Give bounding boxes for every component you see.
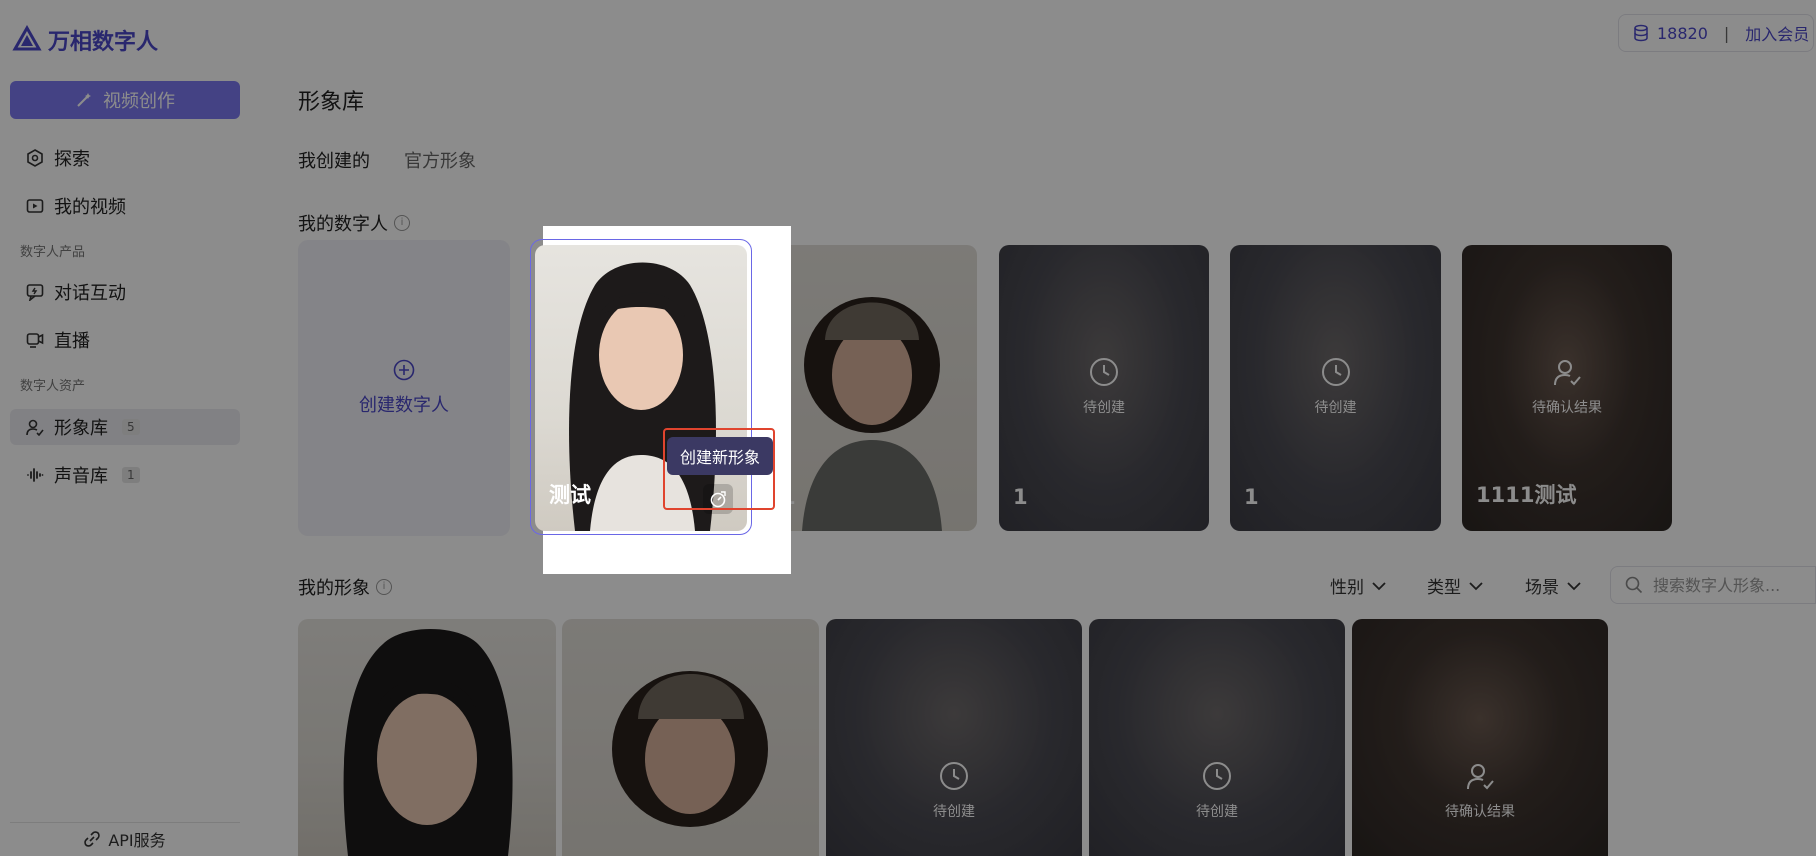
membership-bar: 18820 | 加入会员 bbox=[1618, 14, 1814, 52]
digital-human-card[interactable]: 待创建 1 bbox=[1230, 245, 1441, 531]
chevron-down-icon bbox=[1567, 581, 1581, 590]
info-icon[interactable]: i bbox=[394, 215, 410, 231]
status-label: 待确认结果 bbox=[1532, 400, 1602, 416]
magic-wand-icon bbox=[77, 93, 91, 107]
sidebar-item-my-videos[interactable]: 我的视频 bbox=[10, 188, 240, 224]
audio-wave-icon bbox=[27, 468, 44, 482]
highlight-box bbox=[663, 428, 775, 510]
filter-label: 性别 bbox=[1330, 578, 1364, 598]
chat-icon bbox=[26, 284, 44, 301]
sidebar-item-label: 直播 bbox=[54, 331, 90, 352]
card-name: 1 bbox=[1013, 485, 1028, 509]
count-badge: 1 bbox=[122, 467, 140, 483]
filter-label: 场景 bbox=[1525, 578, 1559, 598]
coin-stack-icon bbox=[1634, 24, 1648, 42]
create-digital-human-card[interactable]: 创建数字人 bbox=[298, 240, 510, 536]
filter-scene[interactable]: 场景 bbox=[1525, 573, 1581, 598]
plus-circle-icon bbox=[393, 359, 415, 381]
chevron-down-icon bbox=[1372, 581, 1386, 590]
info-icon[interactable]: i bbox=[376, 579, 392, 595]
sidebar-item-label: 我的视频 bbox=[54, 197, 126, 218]
chevron-down-icon bbox=[1469, 581, 1483, 590]
credits-value: 18820 bbox=[1657, 23, 1708, 43]
image-card[interactable]: 待确认结果 bbox=[1352, 619, 1608, 856]
live-icon bbox=[26, 333, 44, 348]
sidebar-item-label: 声音库 bbox=[54, 466, 108, 487]
logo[interactable]: 万相数字人 bbox=[12, 24, 158, 56]
status-awaiting: 待确认结果 bbox=[1352, 761, 1608, 821]
status-label: 待创建 bbox=[1196, 804, 1238, 820]
filter-gender[interactable]: 性别 bbox=[1330, 573, 1386, 598]
clock-icon bbox=[940, 762, 968, 790]
filter-type[interactable]: 类型 bbox=[1427, 573, 1483, 598]
status-pending: 待创建 bbox=[1230, 357, 1441, 417]
digital-human-card[interactable]: 待创建 1 bbox=[999, 245, 1209, 531]
link-icon bbox=[84, 831, 101, 847]
create-digital-human-label: 创建数字人 bbox=[359, 395, 449, 416]
api-service-label: API服务 bbox=[108, 831, 166, 850]
image-card[interactable]: 待创建 bbox=[1089, 619, 1345, 856]
video-icon bbox=[26, 199, 44, 213]
brand-name: 万相数字人 bbox=[48, 30, 159, 55]
section-assets-heading: 数字人资产 bbox=[20, 379, 86, 394]
divider: | bbox=[1723, 23, 1730, 43]
join-member-link[interactable]: 加入会员 bbox=[1745, 21, 1809, 45]
sidebar-item-label: 形象库 bbox=[54, 418, 108, 439]
sidebar-item-chat[interactable]: 对话互动 bbox=[10, 274, 240, 310]
avatar-library-icon bbox=[26, 419, 44, 436]
clock-icon bbox=[1203, 762, 1231, 790]
portrait-image bbox=[343, 629, 513, 856]
page-title: 形象库 bbox=[298, 90, 365, 115]
sidebar-item-voice-library[interactable]: 声音库 1 bbox=[10, 457, 240, 493]
create-video-label: 视频创作 bbox=[103, 91, 175, 112]
status-pending: 待创建 bbox=[999, 357, 1209, 417]
section-title-text: 我的形象 bbox=[298, 578, 370, 599]
status-pending: 待创建 bbox=[826, 761, 1082, 821]
status-pending: 待创建 bbox=[1089, 761, 1345, 821]
sidebar: 万相数字人 视频创作 探索 我的视频 数字人产品 对话互动 直播 数字人资产 形… bbox=[0, 0, 256, 856]
clock-icon bbox=[1321, 358, 1350, 386]
create-video-button[interactable]: 视频创作 bbox=[10, 81, 240, 119]
filter-label: 类型 bbox=[1427, 578, 1461, 598]
section-title-text: 我的数字人 bbox=[298, 214, 388, 235]
card-name: 1111测试 bbox=[1476, 483, 1577, 507]
sidebar-item-label: 对话互动 bbox=[54, 283, 126, 304]
card-name: 1 bbox=[1244, 485, 1259, 509]
status-label: 待创建 bbox=[1314, 400, 1357, 416]
search-icon bbox=[1625, 576, 1643, 594]
status-label: 待确认结果 bbox=[1445, 804, 1515, 820]
status-awaiting: 待确认结果 bbox=[1462, 357, 1672, 417]
image-card[interactable]: 待创建 bbox=[826, 619, 1082, 856]
api-service-button[interactable]: API服务 bbox=[10, 822, 240, 855]
image-card[interactable] bbox=[298, 619, 556, 856]
user-check-icon bbox=[1467, 764, 1494, 790]
status-label: 待创建 bbox=[1083, 400, 1125, 416]
status-label: 待创建 bbox=[933, 804, 975, 820]
explore-icon bbox=[27, 149, 43, 167]
sidebar-item-explore[interactable]: 探索 bbox=[10, 140, 240, 176]
count-badge: 5 bbox=[122, 419, 140, 435]
my-digital-humans-heading: 我的数字人 i bbox=[298, 210, 410, 236]
digital-human-card[interactable]: 1 bbox=[767, 245, 977, 531]
user-check-icon bbox=[1554, 360, 1581, 386]
search-box[interactable] bbox=[1610, 566, 1816, 604]
clock-icon bbox=[1090, 358, 1118, 386]
my-images-heading: 我的形象 i bbox=[298, 574, 392, 600]
tab-my-created[interactable]: 我创建的 bbox=[298, 147, 370, 173]
image-card[interactable] bbox=[562, 619, 819, 856]
sidebar-item-avatar-library[interactable]: 形象库 5 bbox=[10, 409, 240, 445]
section-products-heading: 数字人产品 bbox=[20, 245, 86, 260]
sidebar-item-live[interactable]: 直播 bbox=[10, 322, 240, 358]
search-input[interactable] bbox=[1651, 574, 1805, 596]
brand-logo-icon bbox=[12, 25, 42, 51]
digital-human-card[interactable]: 待确认结果 1111测试 bbox=[1462, 245, 1672, 531]
portrait-image bbox=[612, 671, 768, 827]
portrait-image bbox=[802, 297, 942, 531]
sidebar-item-label: 探索 bbox=[54, 149, 90, 170]
tab-official[interactable]: 官方形象 bbox=[404, 147, 476, 173]
